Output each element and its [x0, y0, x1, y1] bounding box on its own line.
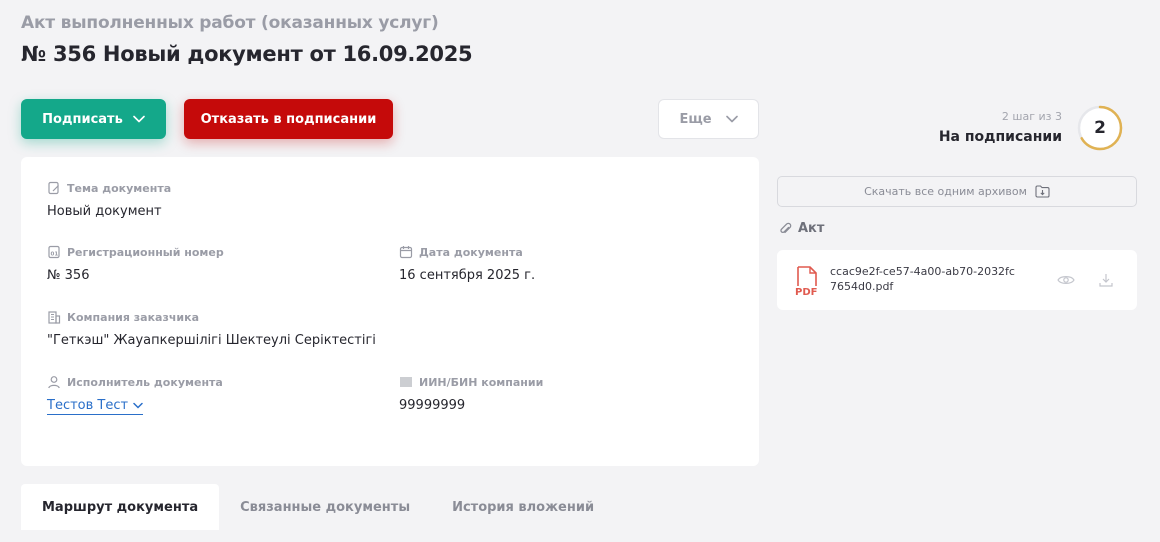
pdf-file-icon: PDF: [795, 266, 817, 296]
file-name[interactable]: ccac9e2f-ce57-4a00-ab70-2032fc7654d0.pdf: [830, 264, 1020, 294]
page-title: № 356 Новый документ от 16.09.2025: [21, 42, 473, 66]
topic-value: Новый документ: [47, 204, 162, 219]
step-info: 2 шаг из 3 На подписании: [939, 110, 1062, 145]
download-archive-button[interactable]: Скачать все одним архивом: [777, 176, 1137, 207]
attachment-section-label: Акт: [798, 221, 825, 236]
more-button[interactable]: Еще: [658, 99, 759, 139]
building-icon: [48, 311, 61, 324]
reg-number-field: 01 Регистрационный номер № 356: [47, 245, 224, 284]
iin-field: ИИН/БИН компании 99999999: [399, 375, 544, 414]
company-field: Компания заказчика "Геткэш" Жауапкершілі…: [47, 310, 376, 349]
topic-label: Тема документа: [67, 181, 172, 195]
executor-field: Исполнитель документа Тестов Тест: [47, 375, 223, 415]
date-label: Дата документа: [419, 245, 523, 259]
folder-download-icon: [1035, 185, 1050, 198]
step-count: 2 шаг из 3: [1001, 110, 1062, 123]
chevron-down-icon: [133, 115, 145, 123]
reject-signing-button[interactable]: Отказать в подписании: [184, 99, 393, 139]
sign-button-label: Подписать: [42, 111, 123, 127]
reg-number-label: Регистрационный номер: [67, 245, 224, 259]
document-details-card: Тема документа Новый документ 01 Регистр…: [21, 157, 759, 466]
download-archive-label: Скачать все одним архивом: [864, 185, 1027, 198]
eye-icon[interactable]: [1057, 274, 1075, 286]
chevron-down-icon: [725, 115, 738, 123]
reject-button-label: Отказать в подписании: [200, 111, 377, 127]
svg-text:01: 01: [51, 252, 59, 258]
tab-route[interactable]: Маршрут документа: [21, 484, 220, 530]
pdf-badge-text: PDF: [795, 287, 817, 296]
executor-label: Исполнитель документа: [67, 375, 223, 389]
document-tabs: Маршрут документа Связанные документы Ис…: [21, 484, 615, 530]
attachment-section-title: Акт: [779, 221, 824, 236]
step-number: 2: [1094, 118, 1106, 138]
download-icon[interactable]: [1098, 272, 1114, 288]
file-card[interactable]: PDF ccac9e2f-ce57-4a00-ab70-2032fc7654d0…: [777, 250, 1137, 310]
tab-attachment-history[interactable]: История вложений: [431, 484, 615, 530]
sign-button[interactable]: Подписать: [21, 99, 166, 139]
date-value: 16 сентября 2025 г.: [399, 268, 536, 283]
paperclip-icon: [780, 222, 792, 233]
executor-value: Тестов Тест: [47, 398, 129, 413]
tab-related-documents[interactable]: Связанные документы: [219, 484, 431, 530]
barcode-icon: [400, 377, 412, 387]
document-subtitle: Акт выполненных работ (оказанных услуг): [21, 13, 439, 33]
company-label: Компания заказчика: [67, 310, 200, 324]
iin-label: ИИН/БИН компании: [419, 375, 544, 389]
date-field: Дата документа 16 сентября 2025 г.: [399, 245, 536, 284]
executor-link[interactable]: Тестов Тест: [47, 398, 144, 415]
company-value: "Геткэш" Жауапкершілігі Шектеулі Серікте…: [47, 333, 376, 348]
iin-value: 99999999: [399, 398, 466, 413]
step-status: На подписании: [938, 129, 1062, 145]
more-button-label: Еще: [679, 111, 712, 127]
user-icon: [48, 376, 60, 389]
registration-number-icon: 01: [48, 245, 60, 259]
chevron-down-icon: [133, 402, 143, 409]
calendar-icon: [399, 246, 413, 259]
topic-field: Тема документа Новый документ: [47, 181, 172, 220]
reg-number-value: № 356: [47, 268, 90, 283]
edit-document-icon: [48, 181, 59, 195]
